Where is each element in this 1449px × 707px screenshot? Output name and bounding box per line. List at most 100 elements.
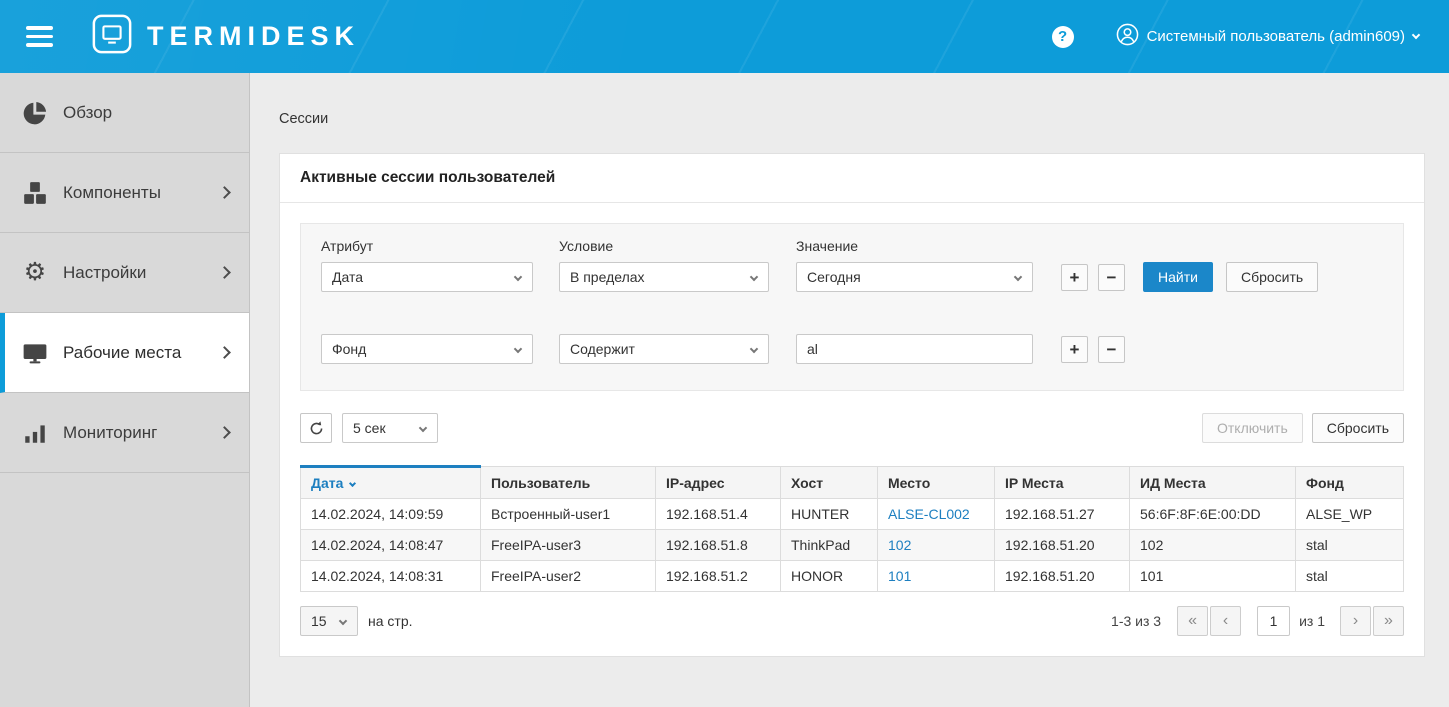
sessions-card: Активные сессии пользователей Атрибут Ус…	[279, 153, 1425, 657]
cell-place-link[interactable]: 102	[878, 530, 995, 561]
attribute-select-2[interactable]: Фонд	[321, 334, 533, 364]
cell-place-ip: 192.168.51.20	[995, 530, 1130, 561]
cell-place-id: 102	[1130, 530, 1296, 561]
cell-host: ThinkPad	[781, 530, 878, 561]
column-header-user[interactable]: Пользователь	[481, 467, 656, 499]
cell-place-id: 101	[1130, 561, 1296, 592]
sidebar-item-label: Рабочие места	[63, 343, 181, 363]
last-page-button[interactable]: »	[1373, 606, 1404, 636]
condition-select-1[interactable]: В пределах	[559, 262, 769, 292]
table-row: 14.02.2024, 14:09:59 Встроенный-user1 19…	[301, 499, 1404, 530]
chevron-right-icon	[218, 426, 231, 439]
reset-sessions-button[interactable]: Сбросить	[1312, 413, 1404, 443]
sidebar-item-settings[interactable]: ⚙ Настройки	[0, 233, 249, 313]
sidebar: Обзор Компоненты ⚙ Настройки Рабочие мес…	[0, 73, 250, 707]
per-page-label: на стр.	[368, 613, 413, 629]
sidebar-item-label: Обзор	[63, 103, 112, 123]
sidebar-item-label: Компоненты	[63, 183, 161, 203]
filter-panel: Атрибут Условие Значение Дата В пределах	[300, 223, 1404, 391]
hamburger-menu-icon[interactable]	[26, 21, 53, 52]
main-content: Сессии Активные сессии пользователей Атр…	[251, 73, 1449, 707]
cell-user: Встроенный-user1	[481, 499, 656, 530]
cell-place-ip: 192.168.51.27	[995, 499, 1130, 530]
cell-place-link[interactable]: 101	[878, 561, 995, 592]
page-title: Активные сессии пользователей	[280, 154, 1424, 203]
cell-place-link[interactable]: ALSE-CL002	[878, 499, 995, 530]
components-cubes-icon	[20, 180, 50, 206]
chevron-right-icon	[218, 346, 231, 359]
brand-name: TERMIDESK	[147, 21, 360, 52]
column-header-date[interactable]: Дата	[301, 467, 481, 499]
condition-label: Условие	[559, 238, 769, 254]
column-header-host[interactable]: Хост	[781, 467, 878, 499]
sidebar-item-label: Настройки	[63, 263, 146, 283]
remove-filter-button[interactable]: −	[1098, 264, 1125, 291]
sidebar-item-components[interactable]: Компоненты	[0, 153, 249, 233]
dashboard-pie-icon	[20, 100, 50, 126]
add-filter-button[interactable]: +	[1061, 336, 1088, 363]
chevron-right-icon	[218, 186, 231, 199]
next-page-button[interactable]: ›	[1340, 606, 1371, 636]
cell-ip: 192.168.51.4	[656, 499, 781, 530]
current-page-input[interactable]: 1	[1257, 606, 1290, 636]
cell-date: 14.02.2024, 14:09:59	[301, 499, 481, 530]
sidebar-item-workplaces[interactable]: Рабочие места	[0, 313, 249, 393]
cell-place-id: 56:6F:8F:6E:00:DD	[1130, 499, 1296, 530]
chevron-right-icon	[218, 266, 231, 279]
sidebar-item-overview[interactable]: Обзор	[0, 73, 249, 153]
settings-gear-icon: ⚙	[20, 260, 50, 285]
first-page-button[interactable]: «	[1177, 606, 1208, 636]
user-avatar-icon	[1116, 23, 1139, 51]
refresh-interval-select[interactable]: 5 сек	[342, 413, 438, 443]
help-icon[interactable]: ?	[1052, 26, 1074, 48]
user-menu[interactable]: Системный пользователь (admin609)	[1116, 23, 1419, 51]
cell-ip: 192.168.51.2	[656, 561, 781, 592]
cell-user: FreeIPA-user3	[481, 530, 656, 561]
range-indicator: 1-3 из 3	[1111, 613, 1161, 629]
search-button[interactable]: Найти	[1143, 262, 1213, 292]
cell-pool: ALSE_WP	[1296, 499, 1404, 530]
chevron-down-icon	[514, 273, 522, 281]
top-header: TERMIDESK ? Системный пользователь (admi…	[0, 0, 1449, 73]
table-header-row: Дата Пользователь IP-адрес Хост Место IP…	[301, 467, 1404, 499]
table-footer: 15 на стр. 1-3 из 3 « ‹ 1 из 1 › »	[300, 606, 1404, 636]
page-size-select[interactable]: 15	[300, 606, 358, 636]
disconnect-button[interactable]: Отключить	[1202, 413, 1303, 443]
attribute-label: Атрибут	[321, 238, 533, 254]
brand-logo: TERMIDESK	[91, 13, 360, 60]
cell-host: HUNTER	[781, 499, 878, 530]
total-pages-label: из 1	[1299, 613, 1325, 629]
cell-place-ip: 192.168.51.20	[995, 561, 1130, 592]
column-header-pool[interactable]: Фонд	[1296, 467, 1404, 499]
table-row: 14.02.2024, 14:08:47 FreeIPA-user3 192.1…	[301, 530, 1404, 561]
sidebar-item-monitoring[interactable]: Мониторинг	[0, 393, 249, 473]
prev-page-button[interactable]: ‹	[1210, 606, 1241, 636]
column-header-place-ip[interactable]: IP Места	[995, 467, 1130, 499]
value-select-1[interactable]: Сегодня	[796, 262, 1033, 292]
cell-date: 14.02.2024, 14:08:47	[301, 530, 481, 561]
add-filter-button[interactable]: +	[1061, 264, 1088, 291]
column-header-place-id[interactable]: ИД Места	[1130, 467, 1296, 499]
reset-filters-button[interactable]: Сбросить	[1226, 262, 1318, 292]
cell-pool: stal	[1296, 561, 1404, 592]
cell-user: FreeIPA-user2	[481, 561, 656, 592]
column-header-ip[interactable]: IP-адрес	[656, 467, 781, 499]
chevron-down-icon	[419, 424, 427, 432]
cell-host: HONOR	[781, 561, 878, 592]
value-input-2[interactable]	[796, 334, 1033, 364]
sidebar-item-label: Мониторинг	[63, 423, 157, 443]
sessions-table: Дата Пользователь IP-адрес Хост Место IP…	[300, 465, 1404, 592]
refresh-button[interactable]	[300, 413, 332, 443]
chevron-down-icon	[339, 617, 347, 625]
condition-select-2[interactable]: Содержит	[559, 334, 769, 364]
column-header-place[interactable]: Место	[878, 467, 995, 499]
chevron-down-icon	[514, 345, 522, 353]
remove-filter-button[interactable]: −	[1098, 336, 1125, 363]
bar-chart-icon	[20, 420, 50, 446]
breadcrumb: Сессии	[251, 73, 1449, 127]
table-toolbar: 5 сек Отключить Сбросить	[300, 413, 1404, 443]
attribute-select-1[interactable]: Дата	[321, 262, 533, 292]
chevron-down-icon	[750, 345, 758, 353]
cell-pool: stal	[1296, 530, 1404, 561]
termidesk-logo-icon	[91, 13, 133, 60]
